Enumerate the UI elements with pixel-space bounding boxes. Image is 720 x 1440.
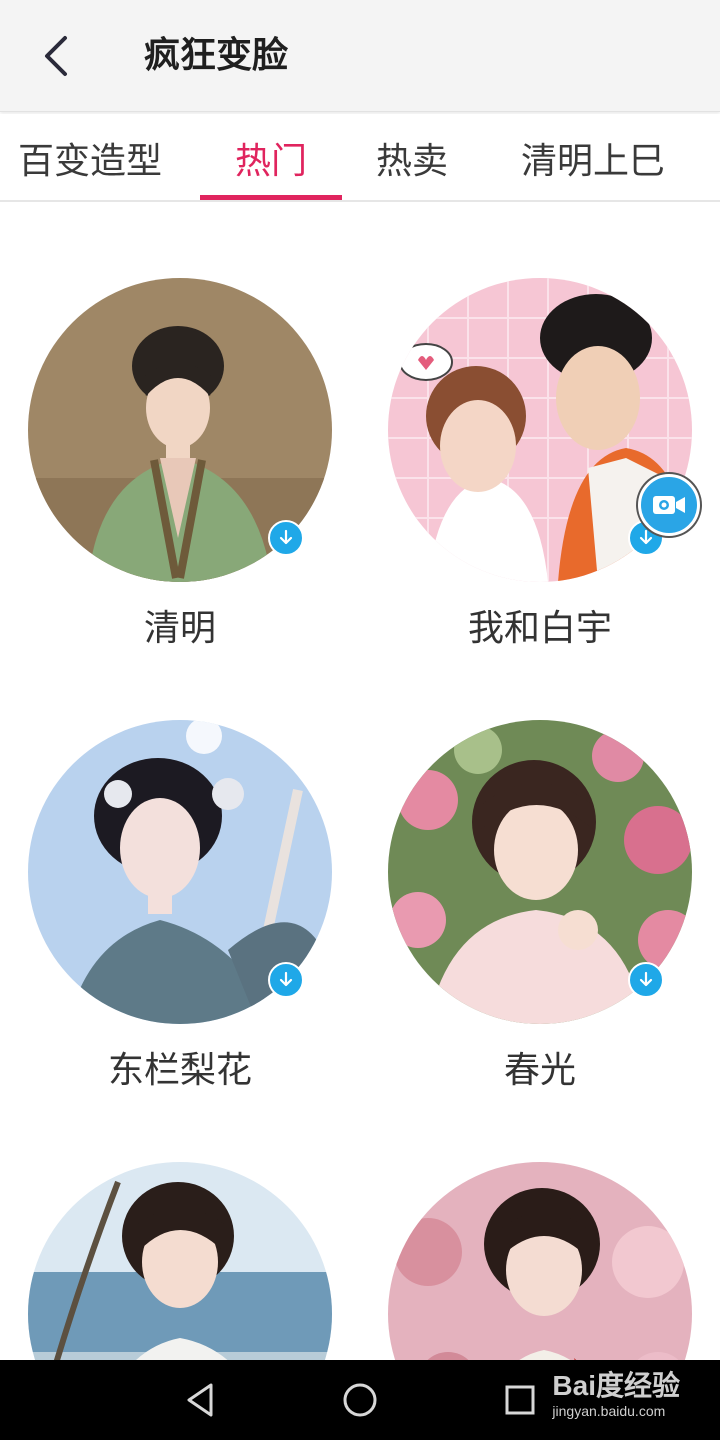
template-label: 东栏梨花 [107, 1050, 252, 1091]
tab-bar: 百变造型 热门 热卖 清明上巳 [0, 114, 720, 202]
tab-qingming[interactable]: 清明上巳 [500, 114, 686, 202]
template-label: 我和白宇 [467, 608, 612, 649]
template-grid: 清明 我和白宇 东栏梨花 春光 [0, 204, 720, 1360]
active-tab-indicator [200, 195, 342, 200]
chevron-left-icon [45, 36, 67, 76]
download-icon[interactable] [628, 962, 664, 998]
watermark-url: jingyan.baidu.com [552, 1403, 666, 1419]
circle-home-icon [343, 1383, 377, 1417]
tab-baibian[interactable]: 百变造型 [0, 114, 180, 202]
triangle-back-icon [187, 1383, 213, 1417]
back-button[interactable] [24, 24, 88, 88]
square-recent-icon [505, 1385, 535, 1415]
nav-recents-button[interactable] [492, 1372, 548, 1428]
tab-remen[interactable]: 热门 [200, 114, 342, 202]
tab-remai[interactable]: 热卖 [352, 114, 472, 202]
template-label: 春光 [503, 1050, 576, 1091]
nav-back-button[interactable] [172, 1372, 228, 1428]
watermark: Bai度经验 jingyan.baidu.com [552, 1370, 680, 1420]
app-header: 疯狂变脸 [0, 0, 720, 112]
download-icon[interactable] [268, 962, 304, 998]
download-icon[interactable] [268, 520, 304, 556]
system-nav-bar: Bai度经验 jingyan.baidu.com [0, 1360, 720, 1440]
watermark-logo-text: Bai度经验 [552, 1370, 680, 1401]
video-icon[interactable] [638, 474, 700, 536]
nav-home-button[interactable] [332, 1372, 388, 1428]
template-label: 清明 [143, 608, 216, 649]
page-title: 疯狂变脸 [144, 35, 289, 76]
template-thumbnail [28, 1162, 332, 1360]
template-thumbnail [388, 1162, 692, 1360]
